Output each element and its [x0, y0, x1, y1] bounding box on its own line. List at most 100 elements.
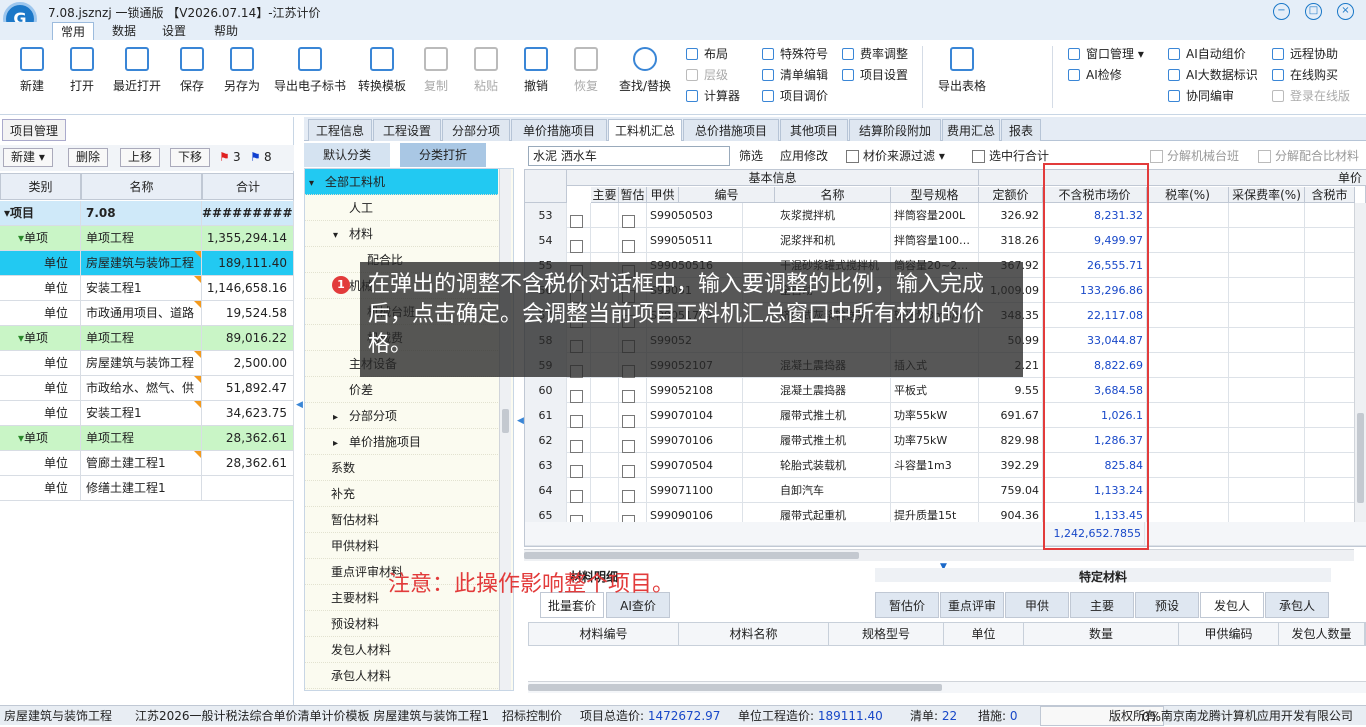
project-tree-row[interactable]: ▾单项 单项工程 89,016.22 [0, 326, 294, 351]
project-tree-row[interactable]: 单位 市政给水、燃气、供 51,892.47 [0, 376, 294, 401]
tab-category-discount[interactable]: 分类打折 [400, 143, 486, 167]
material-search-input[interactable]: 水泥 洒水车 [528, 146, 730, 166]
grid-scroll-thumb[interactable] [1357, 413, 1364, 503]
ai-check-button[interactable]: AI检修 [1066, 65, 1122, 85]
grid-col-header[interactable]: 甲供 [647, 187, 679, 203]
grid-hscrollbar[interactable] [524, 549, 1354, 561]
ai-auto-price-button[interactable]: AI自动组价 [1166, 44, 1246, 64]
tab-main-3[interactable]: 单价措施项目 [511, 119, 607, 141]
red-flag-icon[interactable]: ⚑ [219, 150, 230, 164]
detail-col-header[interactable]: 材料编号 [529, 623, 679, 645]
delete-node-button[interactable]: 删除 [68, 148, 109, 167]
tree-node[interactable]: 预设材料 [305, 611, 498, 637]
grid-row[interactable]: 53 S99050503 灰浆搅拌机 拌筒容量200L 326.92 8,231.32 [525, 203, 1366, 228]
grid-col-header[interactable]: 编号 [679, 187, 775, 203]
owner-supply-checkbox[interactable] [619, 403, 647, 428]
fee-rate[interactable] [1229, 228, 1305, 253]
tax-rate[interactable] [1147, 203, 1229, 228]
decompose-mix-checkbox[interactable]: 分解配合比材料 [1258, 145, 1359, 167]
tax-rate[interactable] [1147, 353, 1229, 378]
tree-node[interactable]: ▾ 材料 [305, 221, 498, 247]
tree-node[interactable]: 人工 [305, 195, 498, 221]
col-name-header[interactable]: 名称 [81, 173, 202, 200]
fee-rate[interactable] [1229, 203, 1305, 228]
main-checkbox[interactable] [567, 478, 591, 503]
open-button[interactable]: 打开 [58, 44, 106, 94]
tab-project-manage[interactable]: 项目管理 [2, 119, 66, 141]
menu-common[interactable]: 常用 [52, 22, 95, 40]
owner-supply-checkbox[interactable] [619, 203, 647, 228]
owner-supply-checkbox[interactable] [619, 453, 647, 478]
paste-button[interactable]: 粘贴 [462, 44, 510, 94]
fee-rate[interactable] [1229, 253, 1305, 278]
expand-icon[interactable]: ▾ [309, 171, 325, 197]
grid-hscroll-thumb[interactable] [524, 552, 859, 559]
project-settings-button[interactable]: 项目设置 [840, 65, 908, 85]
recent-button[interactable]: 最近打开 [108, 44, 166, 94]
tab-special-4[interactable]: 预设 [1135, 592, 1199, 618]
col-type-header[interactable]: 类别 [0, 173, 81, 200]
owner-supply-checkbox[interactable] [619, 378, 647, 403]
tax-rate[interactable] [1147, 453, 1229, 478]
owner-supply-checkbox[interactable] [619, 428, 647, 453]
detail-col-header[interactable]: 发包人数量 [1279, 623, 1365, 645]
new-node-button[interactable]: 新建 ▾ [3, 148, 53, 167]
detail-col-header[interactable]: 数量 [1024, 623, 1179, 645]
owner-supply-checkbox[interactable] [619, 228, 647, 253]
tab-main-2[interactable]: 分部分项 [442, 119, 510, 141]
owner-supply-checkbox[interactable] [619, 478, 647, 503]
tab-special-1[interactable]: 重点评审 [940, 592, 1004, 618]
minimize-icon[interactable]: − [1273, 3, 1290, 20]
project-tree-row[interactable]: 单位 安装工程1 1,146,658.16 [0, 276, 294, 301]
tree-node[interactable]: ▸ 分部分项 [305, 403, 498, 429]
tax-rate[interactable] [1147, 478, 1229, 503]
tax-rate[interactable] [1147, 328, 1229, 353]
fee-rate[interactable] [1229, 303, 1305, 328]
tab-default-category[interactable]: 默认分类 [304, 143, 390, 167]
tab-main-6[interactable]: 其他项目 [780, 119, 848, 141]
detail-hscrollbar[interactable] [528, 681, 1366, 693]
expand-icon[interactable]: ▸ [333, 405, 349, 431]
source-filter-checkbox[interactable]: 材价来源过滤 ▾ [846, 145, 945, 167]
collapse-tree-arrow-icon[interactable]: ◀ [517, 416, 524, 426]
tab-special-5[interactable]: 发包人 [1200, 592, 1264, 618]
grid-col-header[interactable]: 名称 [775, 187, 891, 203]
decompose-machine-checkbox[interactable]: 分解机械台班 [1150, 145, 1239, 167]
tab-main-0[interactable]: 工程信息 [308, 119, 372, 141]
tree-node[interactable]: 补充 [305, 481, 498, 507]
main-checkbox[interactable] [567, 378, 591, 403]
maximize-icon[interactable]: □ [1305, 3, 1322, 20]
tree-node[interactable]: 系数 [305, 455, 498, 481]
fee-rate[interactable] [1229, 328, 1305, 353]
project-tree-row[interactable]: ▾单项 单项工程 1,355,294.14 [0, 226, 294, 251]
main-checkbox[interactable] [567, 403, 591, 428]
project-tree-row[interactable]: ▾项目7.08########### [0, 201, 294, 226]
project-price-adjust-button[interactable]: 项目调价 [760, 86, 828, 106]
remote-assist-button[interactable]: 远程协助 [1270, 44, 1338, 64]
grid-row[interactable]: 62 S99070106 履带式推土机 功率75kW 829.98 1,286.37 [525, 428, 1366, 453]
window-manage-button[interactable]: 窗口管理 ▾ [1066, 44, 1144, 64]
grid-row[interactable]: 60 S99052108 混凝土震捣器 平板式 9.55 3,684.58 [525, 378, 1366, 403]
project-tree-row[interactable]: 单位 市政通用项目、道路 19,524.58 [0, 301, 294, 326]
tree-scroll-thumb[interactable] [502, 409, 509, 433]
blue-flag-icon[interactable]: ⚑ [250, 150, 261, 164]
tree-node[interactable]: 发包人材料 [305, 637, 498, 663]
tab-special-2[interactable]: 甲供 [1005, 592, 1069, 618]
menu-data[interactable]: 数据 [104, 22, 144, 40]
tax-rate[interactable] [1147, 253, 1229, 278]
main-checkbox[interactable] [567, 428, 591, 453]
undo-button[interactable]: 撤销 [512, 44, 560, 94]
tree-node[interactable]: 承包人材料 [305, 663, 498, 689]
filter-button[interactable]: 筛选 [739, 145, 763, 167]
tab-main-4[interactable]: 工料机汇总 [608, 119, 682, 141]
special-symbol-button[interactable]: 特殊符号 [760, 44, 828, 64]
grid-scrollbar[interactable] [1354, 203, 1366, 522]
redo-button[interactable]: 恢复 [562, 44, 610, 94]
tab-main-1[interactable]: 工程设置 [373, 119, 441, 141]
main-checkbox[interactable] [567, 228, 591, 253]
project-tree-row[interactable]: 单位 安装工程1 34,623.75 [0, 401, 294, 426]
project-tree-row[interactable]: 单位 房屋建筑与装饰工程 189,111.40 [0, 251, 294, 276]
tree-node[interactable]: ▾ 全部工料机 [305, 169, 498, 195]
grid-row[interactable]: 63 S99070504 轮胎式装载机 斗容量1m3 392.29 825.84 [525, 453, 1366, 478]
close-icon[interactable]: × [1337, 3, 1354, 20]
